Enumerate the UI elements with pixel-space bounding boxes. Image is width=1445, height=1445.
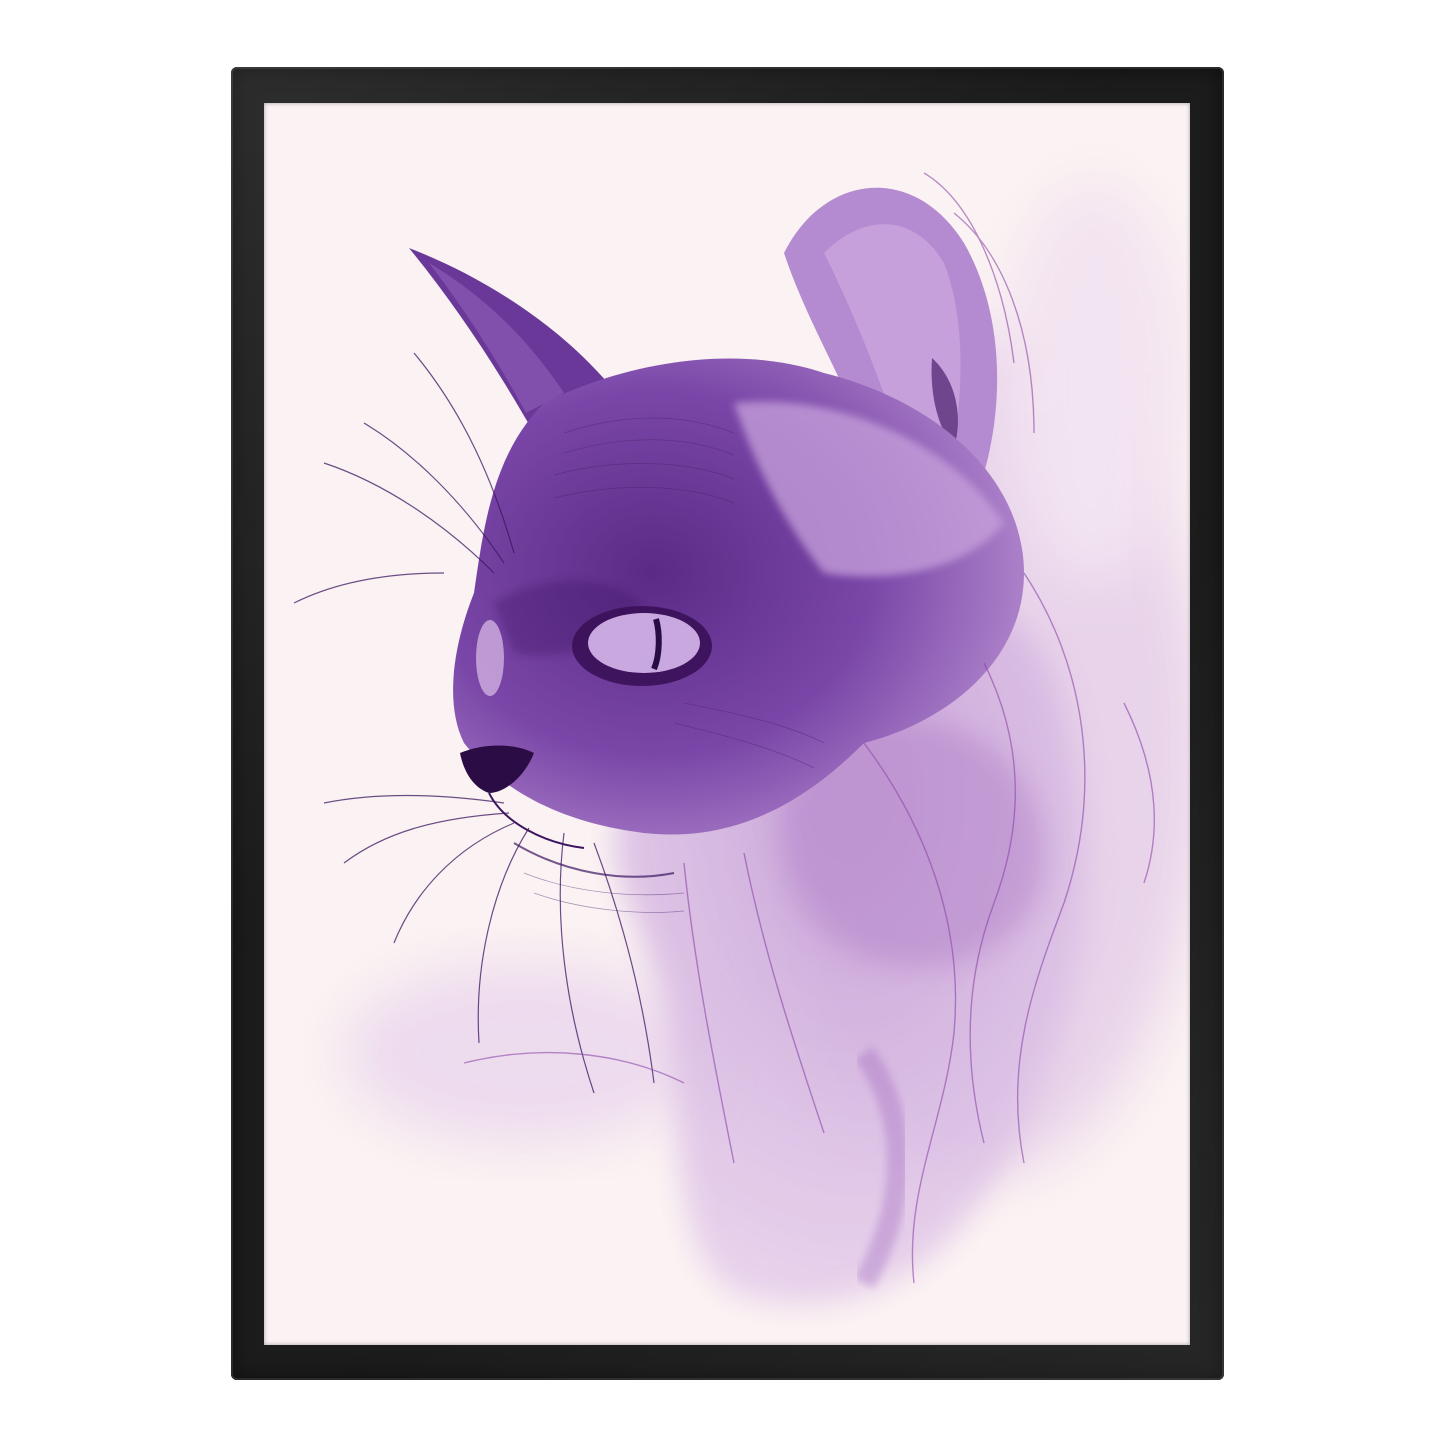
cat-watercolor-artwork — [293, 172, 1190, 1305]
poster-stage — [0, 0, 1445, 1445]
artwork-paper — [264, 103, 1190, 1345]
picture-frame — [231, 67, 1224, 1380]
